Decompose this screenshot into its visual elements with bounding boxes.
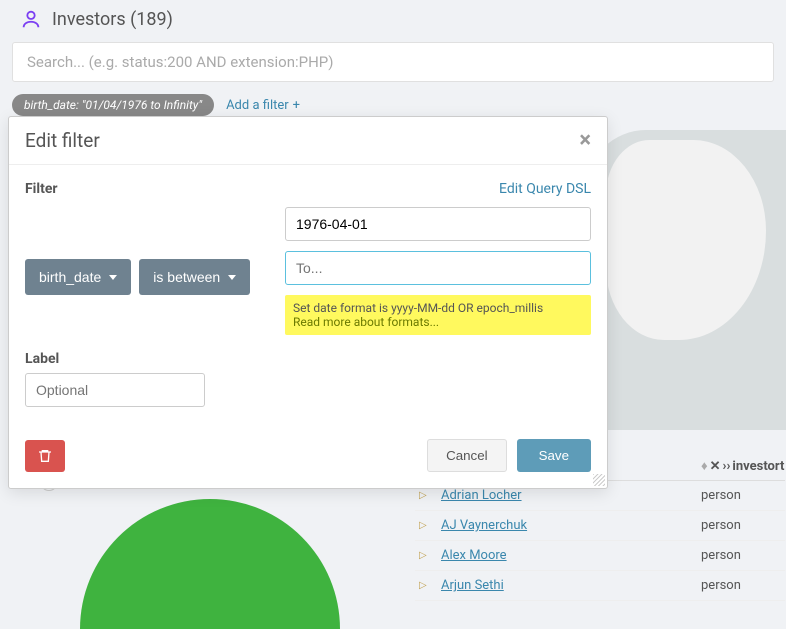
save-button[interactable]: Save xyxy=(517,439,591,472)
search-input[interactable]: Search... (e.g. status:200 AND extension… xyxy=(12,42,774,82)
field-dropdown-label: birth_date xyxy=(39,269,101,285)
row-type: person xyxy=(701,548,781,563)
cancel-button[interactable]: Cancel xyxy=(427,439,507,472)
map-landmass xyxy=(606,140,766,340)
table-row[interactable]: ▷ Alex Moore person xyxy=(415,541,785,571)
filter-section-label: Filter xyxy=(25,181,58,197)
operator-dropdown[interactable]: is between xyxy=(139,259,250,295)
filter-pill[interactable]: birth_date: "01/04/1976 to Infinity" xyxy=(12,94,214,116)
expand-row-icon[interactable]: ▷ xyxy=(419,520,441,531)
remove-col-icon[interactable]: ✕ xyxy=(710,459,721,474)
chevron-down-icon xyxy=(228,275,236,280)
expand-row-icon[interactable]: ▷ xyxy=(419,580,441,591)
modal-title: Edit filter xyxy=(25,129,100,152)
plus-icon: + xyxy=(293,98,300,113)
expand-row-icon[interactable]: ▷ xyxy=(419,550,441,561)
edit-filter-modal: Edit filter × Filter Edit Query DSL birt… xyxy=(8,116,608,489)
chevron-down-icon xyxy=(109,275,117,280)
hint-text: Set date format is yyyy-MM-dd OR epoch_m… xyxy=(293,301,583,315)
sort-icon[interactable]: ♦ xyxy=(701,458,708,474)
row-link[interactable]: Alex Moore xyxy=(441,548,507,563)
investors-icon xyxy=(20,8,42,30)
field-dropdown[interactable]: birth_date xyxy=(25,259,131,295)
delete-filter-button[interactable] xyxy=(25,440,65,472)
edit-query-dsl-link[interactable]: Edit Query DSL xyxy=(499,181,591,197)
to-date-input[interactable] xyxy=(285,251,591,285)
add-filter-button[interactable]: Add a filter + xyxy=(226,98,300,113)
row-type: person xyxy=(701,488,781,503)
table-row[interactable]: ▷ Arjun Sethi person xyxy=(415,571,785,601)
resize-handle[interactable] xyxy=(593,474,605,486)
table-row[interactable]: ▷ AJ Vaynerchuk person xyxy=(415,511,785,541)
expand-row-icon[interactable]: ▷ xyxy=(419,490,441,501)
label-heading: Label xyxy=(25,351,591,367)
add-filter-label: Add a filter xyxy=(226,98,289,113)
operator-dropdown-label: is between xyxy=(153,269,220,285)
row-type: person xyxy=(701,578,781,593)
row-link[interactable]: Arjun Sethi xyxy=(441,578,504,593)
page-header: Investors (189) xyxy=(0,0,786,38)
row-type: person xyxy=(701,518,781,533)
from-date-input[interactable] xyxy=(285,207,591,241)
label-input[interactable] xyxy=(25,373,205,407)
format-hint: Set date format is yyyy-MM-dd OR epoch_m… xyxy=(285,295,591,335)
row-link[interactable]: AJ Vaynerchuk xyxy=(441,518,527,533)
row-link[interactable]: Adrian Locher xyxy=(441,488,522,503)
page-title: Investors (189) xyxy=(52,9,173,30)
read-more-link[interactable]: Read more about formats... xyxy=(293,315,583,329)
map-background xyxy=(586,130,786,430)
expand-col-icon[interactable]: ›› xyxy=(723,459,731,474)
close-icon[interactable]: × xyxy=(579,130,591,152)
trash-icon xyxy=(37,448,53,464)
pie-chart[interactable] xyxy=(80,499,340,629)
col-type[interactable]: investort xyxy=(732,459,784,474)
